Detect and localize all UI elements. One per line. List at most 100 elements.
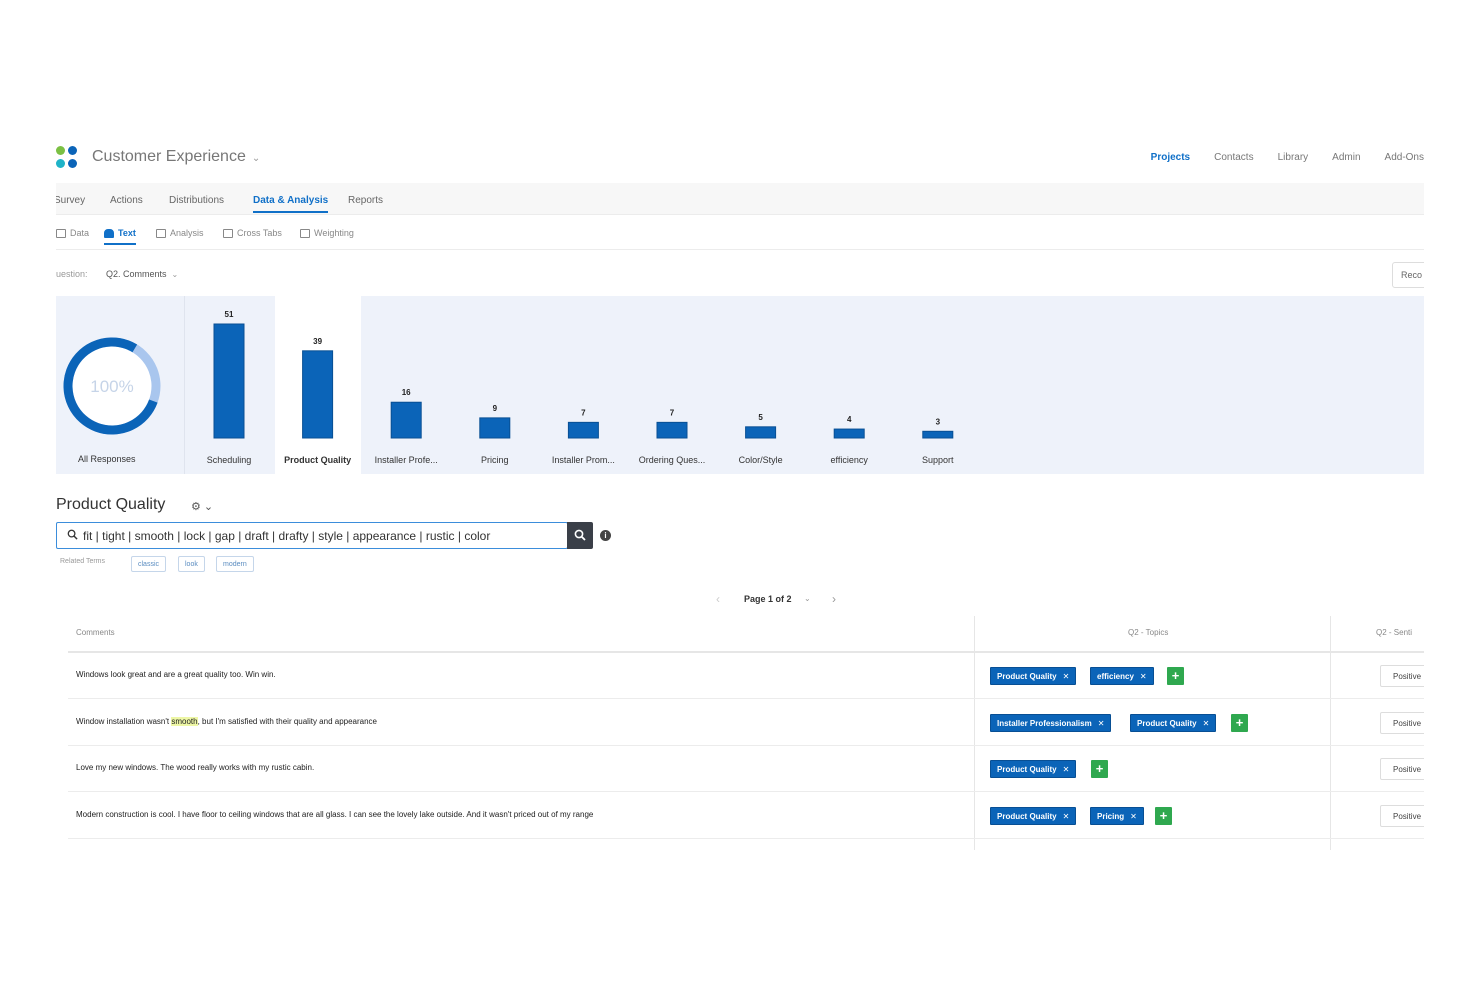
comment-text-part: Window installation wasn't xyxy=(76,716,172,726)
top-nav-add-ons[interactable]: Add-Ons xyxy=(1385,152,1424,163)
data-icon xyxy=(56,228,66,238)
topic-tag-label: Product Quality xyxy=(1137,718,1197,728)
topic-tag[interactable]: Product Quality ✕ xyxy=(990,760,1077,778)
related-term-chip[interactable]: classic xyxy=(131,556,167,572)
project-title: Customer Experience xyxy=(92,148,246,165)
close-icon[interactable]: ✕ xyxy=(1140,672,1147,681)
bar-efficiency[interactable] xyxy=(833,428,865,439)
top-nav-contacts[interactable]: Contacts xyxy=(1214,152,1253,163)
chevron-right-icon[interactable]: › xyxy=(832,592,836,606)
top-nav: Projects Contacts Library Admin Add-Ons xyxy=(1151,152,1424,163)
tab-reports[interactable]: Reports xyxy=(348,195,383,206)
bar-category-label[interactable]: Pricing xyxy=(481,455,509,465)
close-icon[interactable]: ✕ xyxy=(1098,719,1105,728)
brand-logo[interactable] xyxy=(56,146,78,170)
topic-tag-label: Product Quality xyxy=(997,811,1057,821)
close-icon[interactable]: ✕ xyxy=(1203,719,1210,728)
sentiment-dropdown[interactable]: Positive xyxy=(1380,804,1424,827)
subtab-cross-tabs[interactable]: Cross Tabs xyxy=(223,228,282,238)
bar-ordering-ques[interactable] xyxy=(656,421,688,439)
bar-installer-prom[interactable] xyxy=(567,421,599,439)
bar-value-label: 16 xyxy=(402,388,411,397)
topic-tag[interactable]: Installer Professionalism ✕ xyxy=(990,713,1112,732)
bar-value-label: 51 xyxy=(225,310,234,319)
donut-caption: All Responses xyxy=(78,454,136,464)
add-topic-button[interactable]: + xyxy=(1155,806,1172,825)
search-input[interactable] xyxy=(83,526,563,545)
sentiment-dropdown[interactable]: Positive xyxy=(1380,758,1424,780)
bar-color-style[interactable] xyxy=(745,426,777,439)
topic-tag[interactable]: efficiency ✕ xyxy=(1090,667,1154,685)
topic-tag[interactable]: Product Quality ✕ xyxy=(990,806,1077,825)
bar-category-label[interactable]: efficiency xyxy=(831,455,869,465)
subtab-data[interactable]: Data xyxy=(56,228,89,238)
subtab-weighting[interactable]: Weighting xyxy=(300,228,354,238)
topic-tag-label: efficiency xyxy=(1097,672,1134,681)
topics-bar-chart: 51 Scheduling 39 Product Quality 16 Installer… xyxy=(56,296,1056,474)
topic-tag[interactable]: Pricing ✕ xyxy=(1090,806,1144,825)
bar-value-label: 7 xyxy=(670,408,675,417)
topic-tag[interactable]: Product Quality ✕ xyxy=(990,667,1077,685)
bar-scheduling[interactable] xyxy=(213,323,245,439)
column-header-comments: Comments xyxy=(76,628,115,637)
bar-category-label[interactable]: Ordering Ques... xyxy=(639,455,706,465)
bar-category-label[interactable]: Installer Profe... xyxy=(375,455,438,465)
table-row: Window installation wasn't smooth, but I… xyxy=(68,700,1424,746)
bar-category-label[interactable]: Scheduling xyxy=(207,455,252,465)
add-topic-button[interactable]: + xyxy=(1167,667,1184,685)
tab-survey[interactable]: Survey xyxy=(56,195,85,206)
bar-chart-svg: 51Scheduling39Product Quality16Installer… xyxy=(207,310,954,465)
topic-tag-label: Installer Professionalism xyxy=(997,718,1092,728)
bar-category-label[interactable]: Product Quality xyxy=(284,455,351,465)
top-nav-library[interactable]: Library xyxy=(1278,152,1309,163)
bar-product-quality[interactable] xyxy=(302,350,334,439)
gear-icon[interactable]: ⚙ ⌄ xyxy=(191,500,213,513)
question-selector[interactable]: Q2. Comments ⌄ xyxy=(106,269,178,279)
bar-pricing[interactable] xyxy=(479,417,511,439)
bar-category-label[interactable]: Support xyxy=(922,455,954,465)
all-responses-card[interactable]: 100% All Responses xyxy=(56,296,184,474)
project-selector[interactable]: Customer Experience ⌄ xyxy=(92,148,260,166)
recode-button[interactable]: Reco xyxy=(1392,262,1424,288)
logo-dot xyxy=(56,146,65,155)
tab-actions[interactable]: Actions xyxy=(110,195,143,206)
comment-text-part: Windows look great and are a great quali… xyxy=(76,670,276,679)
chevron-left-icon[interactable]: ‹ xyxy=(716,592,720,606)
subtab-text[interactable]: Text xyxy=(104,228,136,245)
related-term-chip[interactable]: modern xyxy=(216,556,254,572)
info-icon[interactable]: i xyxy=(600,530,611,541)
bar-value-label: 7 xyxy=(581,408,586,417)
topic-tag[interactable]: Product Quality ✕ xyxy=(1130,713,1217,732)
bar-category-label[interactable]: Installer Prom... xyxy=(552,455,615,465)
subtab-analysis[interactable]: Analysis xyxy=(156,228,204,238)
close-icon[interactable]: ✕ xyxy=(1063,812,1070,821)
search-icon xyxy=(67,529,78,540)
close-icon[interactable]: ✕ xyxy=(1063,765,1070,774)
bar-value-label: 3 xyxy=(936,417,941,426)
tab-data-analysis[interactable]: Data & Analysis xyxy=(253,195,329,213)
tab-distributions[interactable]: Distributions xyxy=(169,195,224,206)
column-header-sentiment: Q2 - Senti xyxy=(1376,628,1413,637)
sentiment-dropdown[interactable]: Positive xyxy=(1380,665,1424,687)
top-nav-admin[interactable]: Admin xyxy=(1332,152,1360,163)
related-term-chip[interactable]: look xyxy=(178,556,205,572)
sentiment-dropdown[interactable]: Positive xyxy=(1380,711,1424,734)
search-button[interactable] xyxy=(567,522,593,549)
column-header-topics: Q2 - Topics xyxy=(1128,628,1169,637)
responses-table: Comments Q2 - Topics Q2 - Senti Windows … xyxy=(68,616,1424,850)
text-icon xyxy=(104,228,114,238)
table-row: Windows look great and are a great quali… xyxy=(68,653,1424,699)
add-topic-button[interactable]: + xyxy=(1231,713,1248,732)
question-label: uestion: xyxy=(56,269,88,279)
chart-divider xyxy=(184,296,185,474)
close-icon[interactable]: ✕ xyxy=(1063,672,1070,681)
comment-text: Windows look great and are a great quali… xyxy=(76,670,276,679)
top-nav-projects[interactable]: Projects xyxy=(1151,152,1190,163)
bar-category-label[interactable]: Color/Style xyxy=(739,455,783,465)
chevron-down-icon[interactable]: ⌄ xyxy=(804,594,811,603)
bar-support[interactable] xyxy=(922,430,954,439)
close-icon[interactable]: ✕ xyxy=(1130,812,1137,821)
bar-installer-profe[interactable] xyxy=(390,401,422,439)
add-topic-button[interactable]: + xyxy=(1091,760,1108,778)
bar-value-label: 4 xyxy=(847,415,852,424)
